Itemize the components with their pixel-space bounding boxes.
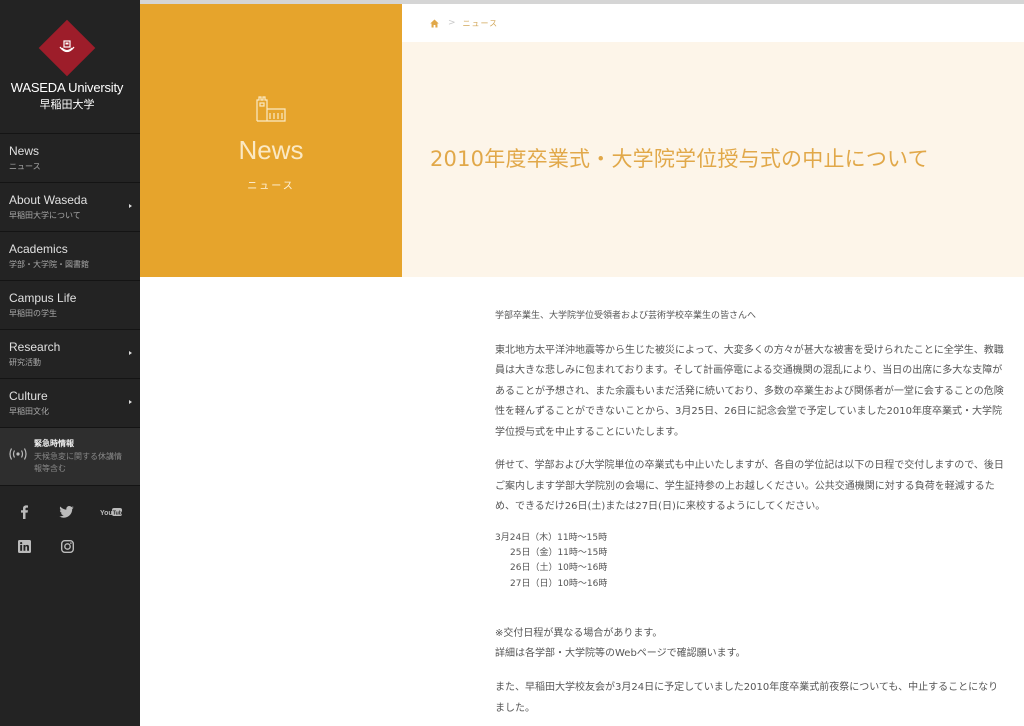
chevron-right-icon <box>129 351 132 355</box>
section-subtitle: ニュース <box>247 181 295 192</box>
broadcast-icon <box>9 448 27 460</box>
note-line: 詳細は各学部・大学院等のWebページで確認願います。 <box>495 648 746 660</box>
nav-title: Culture <box>9 389 48 403</box>
sidebar-item-academics[interactable]: Academics 学部・大学院・図書館 <box>0 232 140 281</box>
nav-subtitle: 早稲田大学について <box>9 211 81 220</box>
sidebar-item-research[interactable]: Research 研究活動 <box>0 330 140 379</box>
schedule-item: 26日（土）10時～16時 <box>510 563 608 574</box>
building-icon <box>256 96 286 122</box>
article-greeting: 学部卒業生、大学院学位受領者および芸術学校卒業生の皆さんへ <box>495 311 757 321</box>
facebook-link[interactable] <box>16 504 32 520</box>
breadcrumb-current: ニュース <box>462 18 499 28</box>
nav-title: About Waseda <box>9 193 88 207</box>
schedule-item: 3月24日（木）11時～15時 <box>495 532 608 543</box>
sidebar-item-about-waseda[interactable]: About Waseda 早稲田大学について <box>0 183 140 232</box>
instagram-icon <box>60 539 74 553</box>
article-paragraph: また、早稲田大学校友会が3月24日に予定していました2010年度卒業式前夜祭につ… <box>495 682 999 714</box>
sidebar-item-culture[interactable]: Culture 早稲田文化 <box>0 379 140 428</box>
nav-title: Campus Life <box>9 291 77 305</box>
emergency-title: 緊急時情報 <box>34 439 74 448</box>
nav-subtitle: 研究活動 <box>9 358 41 367</box>
section-title: News <box>238 135 304 165</box>
sidebar: WASEDA University 早稲田大学 News ニュース About … <box>0 0 140 726</box>
youtube-link[interactable]: You Tube <box>100 504 122 520</box>
chevron-right-icon <box>129 204 132 208</box>
twitter-link[interactable] <box>58 504 74 520</box>
youtube-icon: You Tube <box>100 508 122 517</box>
article-notes: ※交付日程が異なる場合があります。 詳細は各学部・大学院等のWebページで確認願… <box>495 624 1007 664</box>
logo-name-ja: 早稲田大学 <box>39 98 95 111</box>
sidebar-item-campus-life[interactable]: Campus Life 早稲田の学生 <box>0 281 140 330</box>
article-body: 学部卒業生、大学院学位受領者および芸術学校卒業生の皆さんへ 東北地方太平洋沖地震… <box>495 306 1007 726</box>
section-hero: News ニュース <box>140 4 402 277</box>
nav-title: News <box>9 144 40 158</box>
article-paragraph: 東北地方太平洋沖地震等から生じた被災によって、大変多くの方々が甚大な被害を受けら… <box>495 344 1004 438</box>
schedule-item: 25日（金）11時～15時 <box>510 547 608 558</box>
linkedin-link[interactable] <box>16 538 32 554</box>
article-paragraph: 併せて、学部および大学院単位の卒業式も中止いたしますが、各自の学位記は以下の日程… <box>495 460 1004 512</box>
facebook-icon <box>21 505 28 519</box>
article-header: 2010年度卒業式・大学院学位授与式の中止について <box>402 42 1024 277</box>
sidebar-item-news[interactable]: News ニュース <box>0 134 140 183</box>
schedule-item: 27日（日）10時～16時 <box>510 578 608 589</box>
svg-text:Tube: Tube <box>113 510 122 516</box>
linkedin-icon <box>17 539 31 553</box>
nav-subtitle: 早稲田文化 <box>9 407 49 416</box>
nav-subtitle: 早稲田の学生 <box>9 309 57 318</box>
twitter-icon <box>58 506 74 518</box>
chevron-right-icon <box>129 400 132 404</box>
home-icon[interactable] <box>430 18 439 28</box>
social-links: You Tube <box>0 486 140 576</box>
svg-text:You: You <box>100 510 113 517</box>
breadcrumb: > ニュース <box>402 4 1024 42</box>
nav-subtitle: 学部・大学院・図書館 <box>9 260 89 269</box>
nav-subtitle: ニュース <box>9 162 41 171</box>
note-line: ※交付日程が異なる場合があります。 <box>495 628 663 640</box>
logo-name-en: WASEDA University <box>10 80 124 95</box>
page-title: 2010年度卒業式・大学院学位授与式の中止について <box>430 147 929 171</box>
instagram-link[interactable] <box>59 538 75 554</box>
nav-title: Research <box>9 340 61 354</box>
nav-title: Academics <box>9 242 68 256</box>
emergency-subtitle: 天候急変に関する休講情報等含む <box>34 452 122 473</box>
emergency-info-link[interactable]: 緊急時情報 天候急変に関する休講情報等含む <box>0 428 140 486</box>
emblem-icon <box>59 40 75 53</box>
breadcrumb-separator: > <box>448 18 456 28</box>
schedule-list: 3月24日（木）11時～15時 25日（金）11時～15時 26日（土）10時～… <box>495 531 1007 593</box>
university-logo[interactable]: WASEDA University 早稲田大学 <box>0 0 140 134</box>
